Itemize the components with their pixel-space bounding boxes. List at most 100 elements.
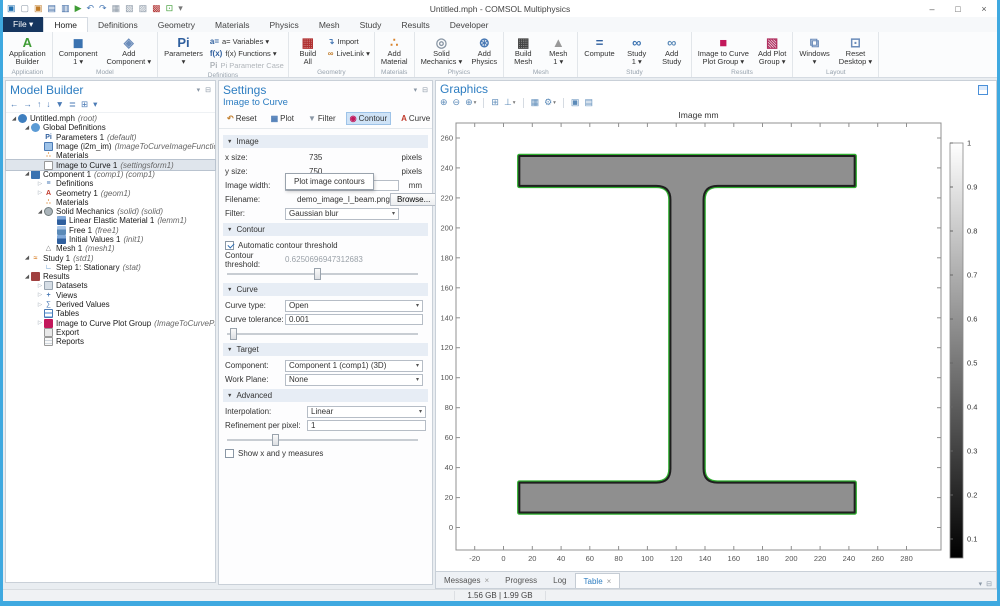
save-icon[interactable]: ▤ — [48, 4, 57, 13]
file-menu-button[interactable]: File ▾ — [3, 17, 43, 32]
tree-item-derived-values[interactable]: ▷∑Derived Values — [6, 300, 215, 309]
tree-expander-icon[interactable]: ◢ — [23, 125, 31, 131]
tree-item-definitions[interactable]: ▷≡Definitions — [6, 179, 215, 188]
curve-type-select[interactable]: Open▾ — [285, 300, 423, 312]
print-icon[interactable]: ▤ — [584, 97, 593, 108]
tree-item-materials[interactable]: ∴Materials — [6, 198, 215, 207]
save-as-icon[interactable]: ▥ — [61, 4, 70, 13]
add-component-button[interactable]: ◈AddComponent ▾ — [102, 33, 155, 68]
tab-physics[interactable]: Physics — [260, 17, 309, 32]
zoom-in-icon[interactable]: ⊕ — [440, 97, 448, 108]
tree-item-image-i2m-im-[interactable]: Image (i2m_im)(ImageToCurveImageFunction… — [6, 142, 215, 151]
tree-item-geometry-1[interactable]: ▷AGeometry 1(geom1) — [6, 188, 215, 197]
tree-item-free-1[interactable]: Free 1(free1) — [6, 226, 215, 235]
show-x-y-measures-checkbox[interactable] — [225, 449, 234, 458]
section-header-curve[interactable]: ▼Curve — [223, 283, 428, 296]
tree-expander-icon[interactable]: ▷ — [36, 320, 44, 326]
tree-item-views[interactable]: ▷+Views — [6, 291, 215, 300]
component-target-select[interactable]: Component 1 (comp1) (3D)▾ — [285, 360, 423, 372]
close-icon[interactable]: × — [484, 576, 489, 585]
windows-button[interactable]: ⧉Windows▾ — [795, 33, 833, 68]
collapse-all-icon[interactable]: ≣ — [69, 99, 76, 110]
contour-threshold-slider[interactable] — [227, 267, 418, 281]
delete-icon[interactable]: ▩ — [152, 4, 161, 13]
tree-item-tables[interactable]: Tables — [6, 309, 215, 318]
tree-item-initial-values-1[interactable]: Initial Values 1(init1) — [6, 235, 215, 244]
tab-study[interactable]: Study — [350, 17, 392, 32]
tree-item-parameters-1[interactable]: PiParameters 1(default) — [6, 133, 215, 142]
tree-expander-icon[interactable]: ◢ — [23, 171, 31, 177]
bottom-tab-progress[interactable]: Progress — [497, 573, 545, 588]
livelink-button[interactable]: ∞LiveLink ▾ — [326, 48, 372, 59]
run-icon[interactable]: ▶ — [75, 4, 82, 13]
plot-button[interactable]: ▦Plot — [267, 112, 298, 125]
slider-handle[interactable] — [230, 328, 237, 340]
curve-tolerance-input[interactable]: 0.001 — [285, 314, 423, 325]
build-mesh-button[interactable]: ▦BuildMesh — [506, 33, 540, 68]
automatic-contour-threshold-checkbox[interactable] — [225, 241, 234, 250]
default-view-icon[interactable]: ⊥▾ — [504, 97, 516, 108]
tree-item-solid-mechanics[interactable]: ◢Solid Mechanics(solid) (solid) — [6, 207, 215, 216]
slider-handle[interactable] — [272, 434, 279, 446]
close-icon[interactable]: × — [607, 577, 612, 586]
back-arrow-icon[interactable]: ← — [10, 99, 19, 110]
tree-item-study-1[interactable]: ◢≈Study 1(std1) — [6, 253, 215, 262]
tree-item-image-to-curve-1[interactable]: Image to Curve 1(settingsform1) — [6, 160, 215, 169]
tree-item-component-1[interactable]: ◢Component 1(comp1) (comp1) — [6, 170, 215, 179]
filter-button[interactable]: ▼Filter — [304, 112, 340, 125]
application-builder-button[interactable]: AApplicationBuilder — [5, 33, 50, 68]
add-study-button[interactable]: ∞AddStudy — [655, 33, 689, 68]
forward-arrow-icon[interactable]: → — [24, 99, 33, 110]
tree-expander-icon[interactable]: ▷ — [36, 283, 44, 289]
zoom-extents-icon[interactable]: ⊞ — [491, 97, 499, 108]
plot-properties-icon[interactable] — [978, 85, 988, 95]
bottom-tab-messages[interactable]: Messages× — [436, 573, 497, 588]
menu-dropdown-icon[interactable]: ▾ — [93, 99, 97, 110]
component-button[interactable]: ◼Component1 ▾ — [55, 33, 102, 68]
section-header-target[interactable]: ▼Target — [223, 343, 428, 356]
tab-home[interactable]: Home — [43, 17, 88, 32]
expand-all-icon[interactable]: ⊞ — [81, 99, 88, 110]
tree-item-image-to-curve-plot-group[interactable]: ▷Image to Curve Plot Group(ImageToCurveP… — [6, 319, 215, 328]
tree-expander-icon[interactable]: ▷ — [36, 190, 44, 196]
more-dropdown-icon[interactable]: ▾ — [178, 4, 183, 13]
tree-item-materials[interactable]: ∴Materials — [6, 151, 215, 160]
show-icon[interactable]: ▼ — [56, 99, 64, 110]
study-1-button[interactable]: ∞Study1 ▾ — [620, 33, 654, 68]
reset-button[interactable]: ↶Reset — [223, 112, 261, 125]
tree-item-step-1-stationary[interactable]: ∟Step 1: Stationary(stat) — [6, 263, 215, 272]
undo-icon[interactable]: ↶ — [87, 4, 95, 13]
duplicate-icon[interactable]: ▨ — [139, 4, 148, 13]
panel-menu-icon[interactable]: ▾ — [414, 86, 418, 94]
paste-icon[interactable]: ▧ — [125, 4, 134, 13]
panel-menu-icon[interactable]: ▾ — [197, 86, 201, 94]
move-down-icon[interactable]: ↓ — [46, 99, 50, 110]
copy-icon[interactable]: ▦ — [112, 4, 121, 13]
screenshot-icon[interactable]: ▣ — [571, 97, 580, 108]
curve-tolerance-slider[interactable] — [227, 327, 418, 341]
interpolation-select[interactable]: Linear▾ — [307, 406, 426, 418]
tree-expander-icon[interactable]: ◢ — [36, 209, 44, 215]
panel-detach-icon[interactable]: ⊟ — [205, 86, 211, 94]
mesh-1-button[interactable]: ▲Mesh1 ▾ — [541, 33, 575, 68]
detach-icon[interactable]: ⊟ — [986, 580, 992, 588]
move-up-icon[interactable]: ↑ — [37, 99, 41, 110]
work-plane-select[interactable]: None▾ — [285, 374, 423, 386]
plot-area[interactable]: Image mm-2002040608010012014016018020022… — [436, 109, 996, 571]
bottom-tab-table[interactable]: Table× — [575, 573, 621, 588]
tab-results[interactable]: Results — [391, 17, 439, 32]
curve-button[interactable]: ACurve — [397, 112, 434, 125]
parameters-button[interactable]: PiParameters▾ — [160, 33, 207, 71]
image-snapshot-icon[interactable]: ▦ — [531, 97, 540, 108]
tree-item-mesh-1[interactable]: △Mesh 1(mesh1) — [6, 244, 215, 253]
close-button[interactable]: × — [971, 4, 997, 14]
tree-item-results[interactable]: ◢Results — [6, 272, 215, 281]
section-header-advanced[interactable]: ▼Advanced — [223, 389, 428, 402]
add-physics-button[interactable]: ⊛AddPhysics — [467, 33, 501, 68]
build-all-button[interactable]: ▦BuildAll — [291, 33, 325, 68]
add-plot-group-button[interactable]: ▧Add PlotGroup ▾ — [754, 33, 790, 68]
compute-button[interactable]: =Compute — [580, 33, 618, 68]
tab-developer[interactable]: Developer — [440, 17, 499, 32]
tab-geometry[interactable]: Geometry — [148, 17, 205, 32]
contour-button[interactable]: ◉Contour — [346, 112, 391, 125]
